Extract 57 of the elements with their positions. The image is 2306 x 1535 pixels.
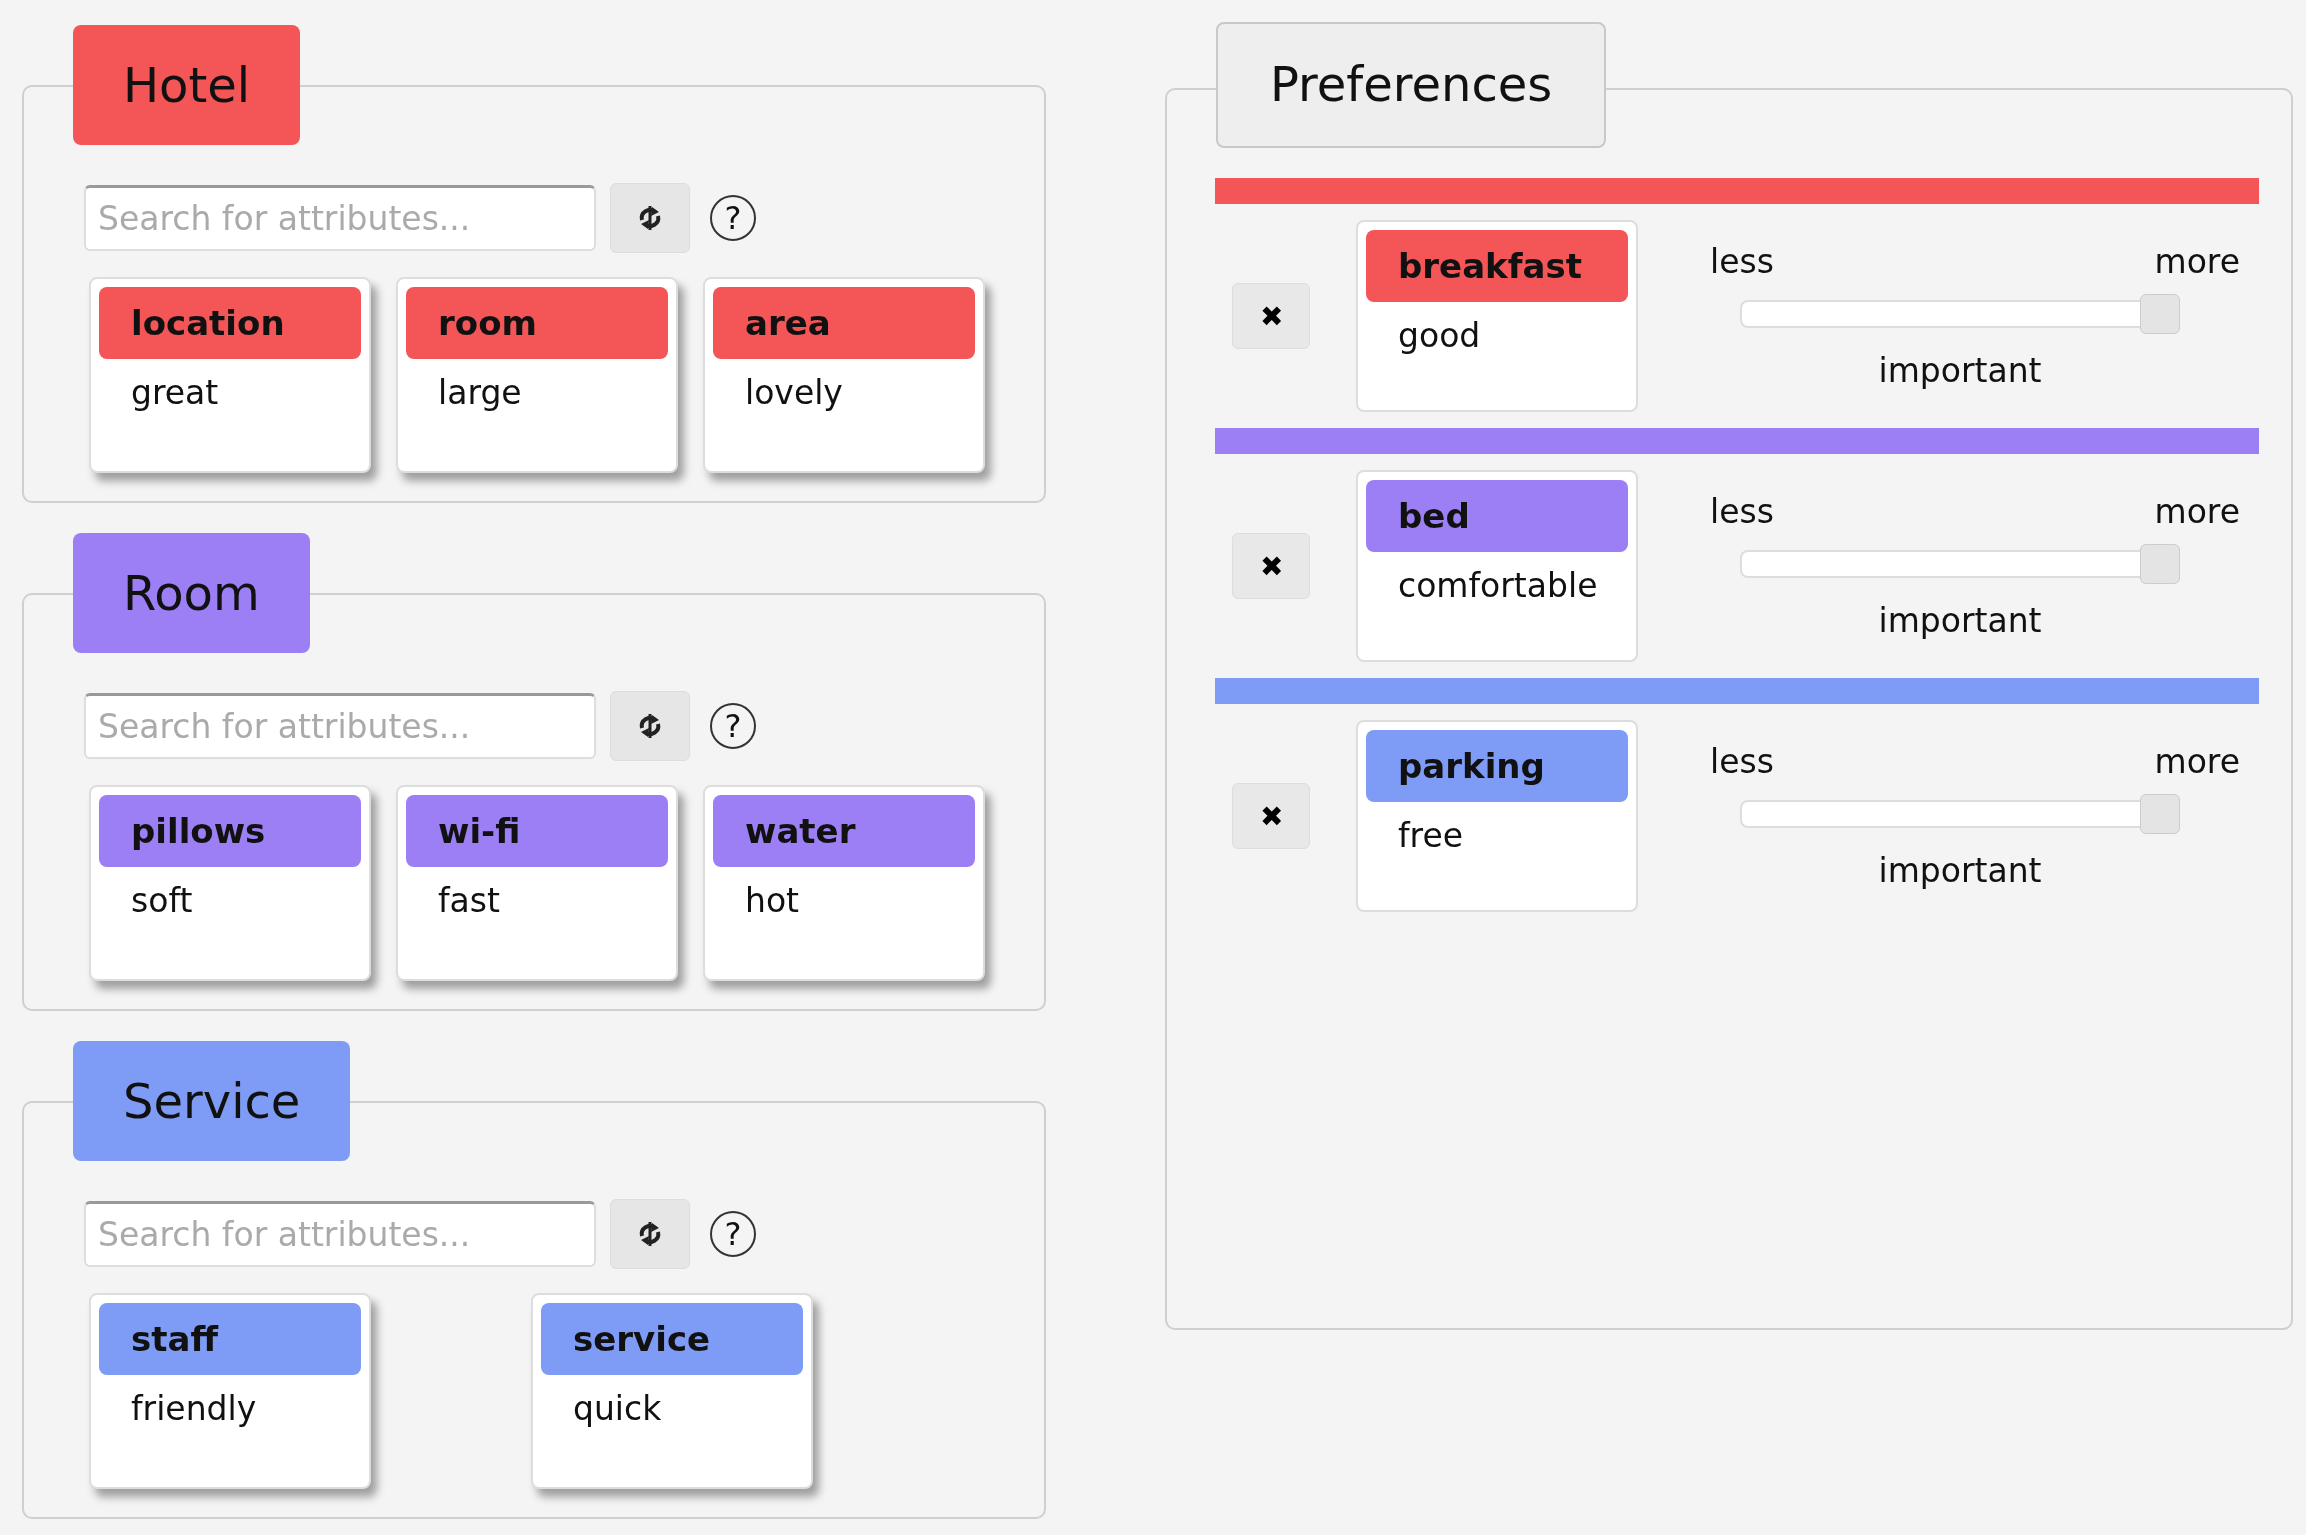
slider-thumb[interactable] xyxy=(2140,294,2180,334)
attribute-value: large xyxy=(437,372,523,412)
attribute-value: quick xyxy=(572,1388,663,1428)
help-icon[interactable]: ? xyxy=(710,703,756,749)
refresh-button[interactable] xyxy=(610,1199,690,1269)
attribute-card[interactable]: staff friendly xyxy=(89,1293,371,1489)
attribute-value: great xyxy=(130,372,220,412)
slider-caption: important xyxy=(1877,851,2043,890)
attribute-card[interactable]: location great xyxy=(89,277,371,473)
attribute-card[interactable]: room large xyxy=(396,277,678,473)
attribute-name: service xyxy=(541,1303,803,1375)
attribute-name: wi-fi xyxy=(406,795,668,867)
attribute-card[interactable]: wi-fi fast xyxy=(396,785,678,981)
attribute-card[interactable]: area lovely xyxy=(703,277,985,473)
attribute-name: area xyxy=(713,287,975,359)
refresh-button[interactable] xyxy=(610,183,690,253)
help-icon[interactable]: ? xyxy=(710,195,756,241)
slider-max-label: more xyxy=(2154,742,2240,781)
slider-thumb[interactable] xyxy=(2140,544,2180,584)
attribute-name: room xyxy=(406,287,668,359)
attribute-value: comfortable xyxy=(1397,565,1599,605)
remove-button[interactable]: ✖ xyxy=(1232,533,1310,599)
slider-max-label: more xyxy=(2154,242,2240,281)
refresh-icon xyxy=(637,203,663,233)
slider-caption: important xyxy=(1877,601,2043,640)
attribute-value: free xyxy=(1397,815,1465,855)
attribute-name: breakfast xyxy=(1366,230,1628,302)
attribute-card[interactable]: pillows soft xyxy=(89,785,371,981)
remove-button[interactable]: ✖ xyxy=(1232,283,1310,349)
search-field[interactable]: Search for attributes... xyxy=(84,185,596,251)
attribute-card[interactable]: service quick xyxy=(531,1293,813,1489)
attribute-value: fast xyxy=(437,880,501,920)
attribute-name: parking xyxy=(1366,730,1628,802)
help-icon[interactable]: ? xyxy=(710,1211,756,1257)
slider-min-label: less xyxy=(1710,492,1774,531)
attribute-value: hot xyxy=(744,880,801,920)
refresh-icon xyxy=(637,711,663,741)
remove-button[interactable]: ✖ xyxy=(1232,783,1310,849)
search-field[interactable]: Search for attributes... xyxy=(84,693,596,759)
attribute-card[interactable]: water hot xyxy=(703,785,985,981)
slider-thumb[interactable] xyxy=(2140,794,2180,834)
attribute-value: soft xyxy=(130,880,194,920)
search-field[interactable]: Search for attributes... xyxy=(84,1201,596,1267)
attribute-name: pillows xyxy=(99,795,361,867)
attribute-name: staff xyxy=(99,1303,361,1375)
attribute-name: location xyxy=(99,287,361,359)
refresh-button[interactable] xyxy=(610,691,690,761)
attribute-name: water xyxy=(713,795,975,867)
attribute-value: good xyxy=(1397,315,1482,355)
slider-caption: important xyxy=(1877,351,2043,390)
slider-min-label: less xyxy=(1710,742,1774,781)
slider-max-label: more xyxy=(2154,492,2240,531)
attribute-value: lovely xyxy=(744,372,844,412)
refresh-icon xyxy=(637,1219,663,1249)
attribute-name: bed xyxy=(1366,480,1628,552)
slider-min-label: less xyxy=(1710,242,1774,281)
attribute-value: friendly xyxy=(130,1388,258,1428)
